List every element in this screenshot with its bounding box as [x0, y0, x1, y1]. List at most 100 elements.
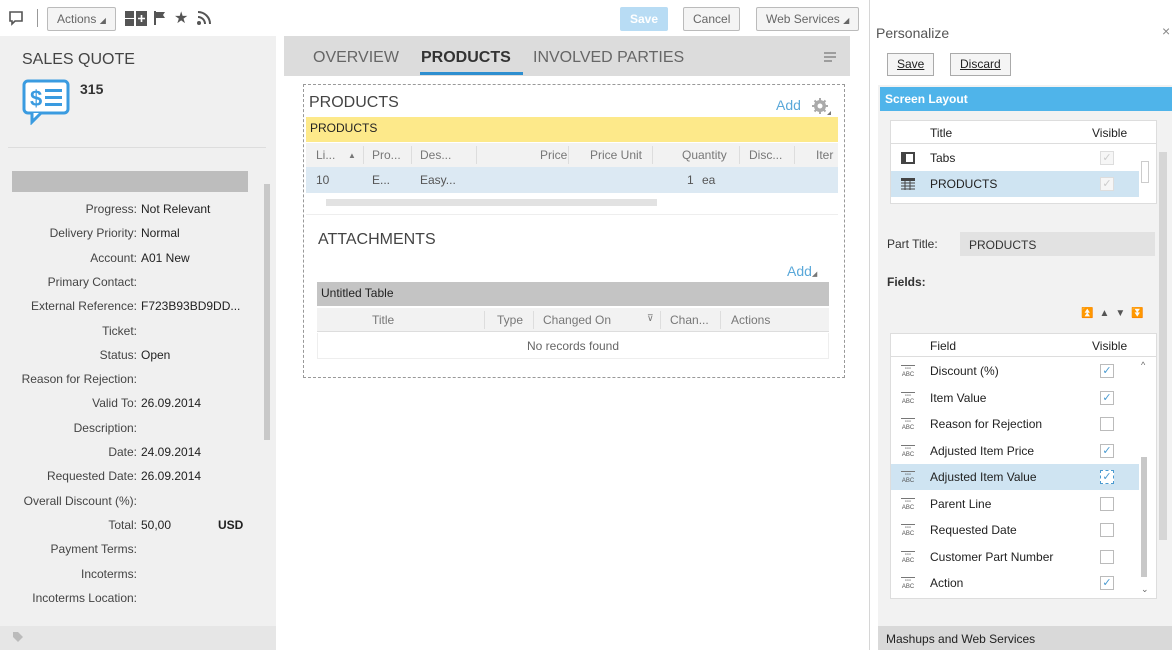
horizontal-scrollbar[interactable] — [326, 199, 657, 206]
visible-checkbox[interactable] — [1100, 549, 1114, 564]
field-value[interactable]: Not Relevant — [141, 202, 210, 216]
field-row[interactable]: ▫▫▫ ABC Item Value ✓ — [891, 385, 1139, 411]
tab-bar: OVERVIEW PRODUCTS INVOLVED PARTIES — [284, 36, 850, 76]
move-down-icon[interactable]: ▼ — [1115, 308, 1131, 319]
cell-product[interactable]: E... — [372, 173, 390, 187]
attachments-add-link[interactable]: Add◢ — [787, 263, 817, 279]
gear-icon[interactable] — [810, 96, 832, 116]
field-value[interactable]: Normal — [141, 226, 180, 240]
col-line[interactable]: Li... — [316, 148, 335, 162]
add-to-group-icon[interactable] — [124, 8, 148, 33]
field-row[interactable]: ▫▫▫ ABC Action ✓ — [891, 570, 1139, 596]
field-row[interactable]: ▫▫▫ ABC Parent Line — [891, 491, 1139, 517]
scroll-up-icon[interactable]: ^ — [1141, 360, 1145, 370]
field-row[interactable]: ▫▫▫ ABC Discount (%) ✓ — [891, 358, 1139, 384]
field-row: Primary Contact: — [0, 275, 265, 295]
discard-button[interactable]: Discard — [950, 53, 1011, 76]
col-visible: Visible — [1092, 126, 1128, 140]
visible-checkbox[interactable] — [1100, 523, 1114, 537]
col-item[interactable]: Iter — [816, 148, 833, 162]
products-add-link[interactable]: Add — [776, 97, 801, 113]
layout-row-tabs[interactable]: Tabs ✓ — [891, 145, 1139, 171]
field-value[interactable]: Open — [141, 348, 170, 362]
field-row[interactable]: ▫▫▫ ABC Customer Part Number — [891, 544, 1139, 570]
col-quantity[interactable]: Quantity — [682, 148, 727, 162]
table-row[interactable]: 10 E... Easy... 1 ea — [306, 167, 838, 193]
personalize-save-button[interactable]: Save — [887, 53, 935, 76]
col-changed-on[interactable]: Changed On — [543, 313, 611, 327]
field-label: Date: — [108, 445, 137, 459]
visible-checkbox[interactable]: ✓ — [1100, 390, 1114, 405]
tab-products[interactable]: PRODUCTS — [421, 49, 511, 67]
tab-involved-parties[interactable]: INVOLVED PARTIES — [533, 49, 684, 67]
visible-checkbox[interactable]: ✓ — [1100, 443, 1114, 458]
cancel-button[interactable]: Cancel — [683, 7, 741, 31]
col-changed-by[interactable]: Chan... — [670, 313, 709, 327]
visible-checkbox[interactable]: ✓ — [1100, 364, 1114, 378]
menu-icon[interactable] — [824, 52, 836, 62]
sales-quote-icon: $ — [22, 79, 70, 125]
field-row[interactable]: ▫▫▫ ABC Requested Date — [891, 517, 1139, 543]
field-row[interactable]: ▫▫▫ ABC Adjusted Item Price ✓ — [891, 438, 1139, 464]
visible-checkbox[interactable] — [1100, 417, 1114, 431]
header-panel: SALES QUOTE $ 315 Progress: Not Relevant D… — [0, 36, 276, 650]
field-value[interactable]: F723B93BD9DD... — [141, 299, 240, 313]
field-value[interactable]: 26.09.2014 — [141, 469, 201, 483]
star-icon[interactable]: ★ — [174, 8, 188, 28]
attachments-title: ATTACHMENTS — [318, 231, 436, 248]
col-type[interactable]: Type — [497, 313, 523, 327]
web-services-button[interactable]: Web Services ◢ — [756, 7, 860, 31]
col-discount[interactable]: Disc... — [749, 148, 782, 162]
close-icon[interactable]: × — [1162, 23, 1170, 39]
col-price[interactable]: Price — [540, 148, 567, 162]
field-row: Status: Open — [0, 348, 265, 368]
active-tab-indicator — [420, 72, 523, 75]
visible-checkbox[interactable]: ✓ — [1100, 576, 1114, 590]
col-price-unit[interactable]: Price Unit — [590, 148, 642, 162]
field-label: Valid To: — [92, 396, 137, 411]
filter-icon[interactable]: ⊽ — [647, 313, 654, 324]
field-value[interactable]: A01 New — [141, 251, 190, 265]
column-separator — [363, 146, 364, 164]
actions-button[interactable]: Actions ◢ — [47, 7, 116, 31]
save-button[interactable]: Save — [620, 7, 669, 31]
move-bottom-icon[interactable]: ⏬ — [1131, 308, 1149, 319]
cell-description: Easy... — [420, 173, 456, 187]
field-value[interactable]: 50,00 — [141, 518, 171, 532]
visible-checkbox[interactable] — [1100, 496, 1114, 511]
scroll-thumb[interactable] — [1141, 161, 1149, 183]
field-label: External Reference: — [30, 299, 137, 314]
col-actions[interactable]: Actions — [731, 313, 770, 327]
section-header-bar — [12, 171, 248, 192]
scroll-thumb[interactable] — [1141, 457, 1147, 577]
field-row[interactable]: ▫▫▫ ABC Reason for Rejection — [891, 411, 1139, 437]
col-description[interactable]: Des... — [420, 148, 451, 162]
layout-row-products[interactable]: PRODUCTS ✓ — [891, 171, 1139, 197]
visible-checkbox: ✓ — [1100, 151, 1114, 165]
mashups-section-header[interactable]: Mashups and Web Services — [878, 626, 1172, 650]
field-row[interactable]: ▫▫▫ ABC Adjusted Item Value ✓ — [891, 464, 1139, 490]
move-up-icon[interactable]: ▲ — [1099, 308, 1115, 319]
rss-icon[interactable] — [196, 10, 212, 31]
move-top-icon[interactable]: ⏫ — [1081, 308, 1099, 319]
visible-checkbox[interactable]: ✓ — [1100, 470, 1114, 484]
field-value[interactable]: 26.09.2014 — [141, 396, 201, 410]
part-title-input[interactable]: PRODUCTS — [960, 232, 1155, 256]
personalize-panel: Personalize × Save Discard Screen Layout… — [872, 0, 1172, 650]
tag-icon[interactable] — [12, 631, 24, 646]
col-product[interactable]: Pro... — [372, 148, 401, 162]
text-field-icon: ▫▫▫ ABC — [901, 524, 915, 537]
scroll-down-icon[interactable]: ⌄ — [1141, 584, 1149, 595]
screen-layout-header[interactable]: Screen Layout — [880, 87, 1172, 111]
field-value[interactable]: 24.09.2014 — [141, 445, 201, 459]
field-name: Reason for Rejection — [930, 417, 1043, 431]
scrollbar[interactable] — [1159, 152, 1167, 540]
feed-icon[interactable] — [8, 10, 24, 31]
field-name: Action — [930, 576, 964, 590]
field-label: Requested Date: — [46, 469, 137, 484]
layout-row-label: PRODUCTS — [930, 177, 998, 191]
tab-overview[interactable]: OVERVIEW — [313, 49, 399, 67]
flag-icon[interactable] — [153, 10, 167, 31]
column-separator — [411, 146, 412, 164]
col-title[interactable]: Title — [372, 313, 394, 327]
